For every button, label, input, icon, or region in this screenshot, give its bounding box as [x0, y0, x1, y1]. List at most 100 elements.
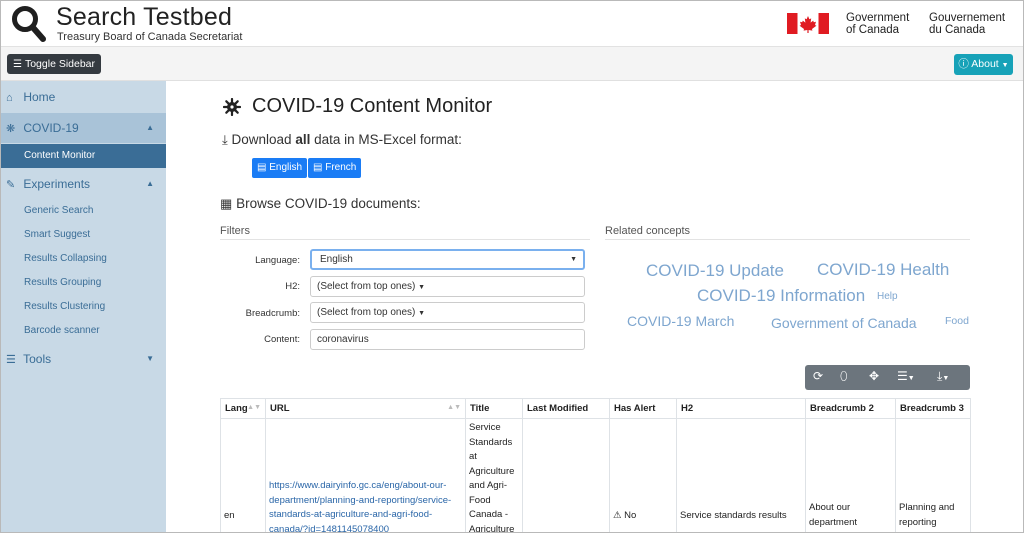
sidebar-item-barcode-scanner[interactable]: Barcode scanner	[1, 319, 166, 343]
sidebar-item-home[interactable]: ⌂ Home	[1, 82, 166, 112]
gov-en-line2: of Canada	[846, 24, 900, 36]
sidebar-home-label: Home	[23, 90, 56, 104]
sidebar-item-tools[interactable]: ☰ Tools ▼	[1, 344, 166, 374]
refresh-icon[interactable]: ⟳	[813, 369, 823, 383]
col-title[interactable]: Title	[465, 398, 523, 419]
export-icon[interactable]: ⤓▼	[937, 369, 949, 384]
cell-lang: en	[220, 418, 266, 532]
title-line: and Agri-	[469, 480, 508, 491]
col-h2-label: H2	[681, 403, 694, 414]
sidebar-item-generic-search[interactable]: Generic Search	[1, 199, 166, 223]
title-line: at	[469, 451, 477, 462]
download-french-label: French	[325, 162, 357, 173]
toolbar: ☰ Toggle Sidebar ⓘ About ▼	[1, 47, 1023, 81]
h2-value: (Select from top ones)	[317, 281, 416, 292]
search-logo-icon[interactable]	[11, 5, 47, 43]
sidebar-item-smart-suggest[interactable]: Smart Suggest	[1, 223, 166, 247]
sidebar-item-results-clustering[interactable]: Results Clustering	[1, 295, 166, 319]
col-url[interactable]: URL ▲▼	[265, 398, 466, 419]
col-last-modified[interactable]: Last Modified	[522, 398, 610, 419]
toggle-sidebar-label: Toggle Sidebar	[24, 58, 96, 70]
title-line: Standards	[469, 436, 513, 448]
caret-down-icon: ▼	[418, 310, 426, 317]
site-subtitle: Treasury Board of Canada Secretariat	[57, 31, 243, 43]
content-input[interactable]: coronavirus	[310, 329, 585, 350]
concept-covid-information[interactable]: COVID-19 Information	[697, 286, 865, 306]
tasks-icon: ☰	[6, 354, 16, 366]
download-english-label: English	[269, 162, 303, 173]
col-breadcrumb3[interactable]: Breadcrumb 3	[895, 398, 971, 419]
concept-help[interactable]: Help	[877, 291, 898, 302]
sidebar-tools-label: Tools	[23, 352, 52, 366]
about-dropdown-button[interactable]: ⓘ About ▼	[954, 54, 1013, 75]
page-title: COVID-19 Content Monitor	[252, 95, 493, 117]
app-frame: Search Testbed Treasury Board of Canada …	[0, 0, 1024, 533]
cell-breadcrumb2: About our department	[805, 418, 896, 532]
breadcrumb-select[interactable]: (Select from top ones) ▼	[310, 302, 585, 323]
home-icon: ⌂	[6, 92, 13, 104]
virus-icon: ❋	[6, 123, 16, 135]
caret-up-icon: ▲	[146, 179, 154, 188]
title-line: Agriculture	[469, 465, 515, 477]
related-divider	[605, 239, 970, 240]
col-breadcrumb2[interactable]: Breadcrumb 2	[805, 398, 896, 419]
gov-fr-line2: du Canada	[929, 24, 986, 36]
download-heading: ⤓ Download all data in MS-Excel format:	[222, 132, 462, 148]
table-toolbar: ⟳ ⬯ ✥ ☰▼ ⤓▼	[805, 365, 970, 390]
columns-icon[interactable]: ☰▼	[897, 369, 915, 383]
concept-covid-update[interactable]: COVID-19 Update	[646, 261, 784, 281]
caret-down-icon: ▼	[418, 284, 426, 291]
table-row[interactable]: en https://www.dairyinfo.gc.ca/eng/about…	[220, 418, 971, 533]
title-line: Canada -	[469, 509, 509, 520]
sidebar-item-content-monitor[interactable]: Content Monitor	[1, 144, 166, 168]
sidebar-item-results-grouping[interactable]: Results Grouping	[1, 271, 166, 295]
fullscreen-icon[interactable]: ✥	[869, 369, 879, 383]
gov-en-line1: Government	[846, 12, 910, 24]
site-header: Search Testbed Treasury Board of Canada …	[1, 1, 1023, 47]
sidebar: ⌂ Home ❋ COVID-19 ▲ Content Monitor ✎ Ex…	[1, 81, 166, 532]
col-title-label: Title	[470, 403, 490, 414]
bc2-line: About our	[809, 502, 851, 513]
col-has-alert[interactable]: Has Alert	[609, 398, 677, 419]
file-icon: ▤	[313, 162, 323, 173]
gov-fr-line1: Gouvernement	[929, 12, 1006, 24]
download-english-button[interactable]: ▤ English	[252, 158, 308, 178]
sidebar-covid-label: COVID-19	[23, 121, 79, 135]
title-line: Agriculture	[469, 523, 515, 533]
download-bold: all	[295, 132, 311, 147]
col-h2[interactable]: H2	[676, 398, 806, 419]
download-french-button[interactable]: ▤ French	[308, 158, 362, 178]
language-select[interactable]: English ▼	[310, 249, 585, 270]
file-icon: ▤	[257, 162, 267, 173]
cell-url[interactable]: https://www.dairyinfo.gc.ca/eng/about-ou…	[265, 418, 466, 532]
content-label: Content:	[264, 334, 300, 345]
gov-canada-en: Government of Canada	[846, 12, 909, 36]
language-label: Language:	[255, 255, 300, 266]
site-title[interactable]: Search Testbed	[56, 3, 232, 32]
sidebar-item-results-collapsing[interactable]: Results Collapsing	[1, 247, 166, 271]
concept-food[interactable]: Food	[945, 315, 969, 327]
breadcrumb-value: (Select from top ones)	[317, 307, 416, 318]
breadcrumb-label: Breadcrumb:	[245, 308, 300, 319]
has-alert-value: No	[624, 509, 637, 521]
col-breadcrumb2-label: Breadcrumb 2	[810, 403, 874, 414]
toggle-icon[interactable]: ⬯	[840, 369, 848, 384]
title-line: Food	[469, 494, 491, 506]
sidebar-item-experiments[interactable]: ✎ Experiments ▲	[1, 169, 166, 199]
about-label: About	[971, 58, 999, 70]
chevron-down-icon: ▼	[570, 256, 577, 263]
col-lang[interactable]: Lang ▲▼	[220, 398, 266, 419]
pencil-icon: ✎	[6, 179, 16, 191]
sort-icon: ▲▼	[247, 404, 261, 411]
toggle-sidebar-button[interactable]: ☰ Toggle Sidebar	[7, 54, 102, 74]
sidebar-item-covid[interactable]: ❋ COVID-19 ▲	[1, 113, 166, 143]
url-line: https://www.dairyinfo.gc.ca/eng/about-ou…	[269, 480, 447, 491]
col-lang-label: Lang	[225, 403, 248, 414]
concept-government-of-canada[interactable]: Government of Canada	[771, 315, 917, 331]
table-header-row: Lang ▲▼ URL ▲▼ Title Last Modified Has Ale…	[220, 398, 971, 419]
filters-divider	[220, 239, 590, 240]
concept-covid-health[interactable]: COVID-19 Health	[817, 260, 949, 280]
h2-select[interactable]: (Select from top ones) ▼	[310, 276, 585, 297]
col-url-label: URL	[270, 403, 290, 414]
concept-covid-march[interactable]: COVID-19 March	[627, 313, 734, 329]
